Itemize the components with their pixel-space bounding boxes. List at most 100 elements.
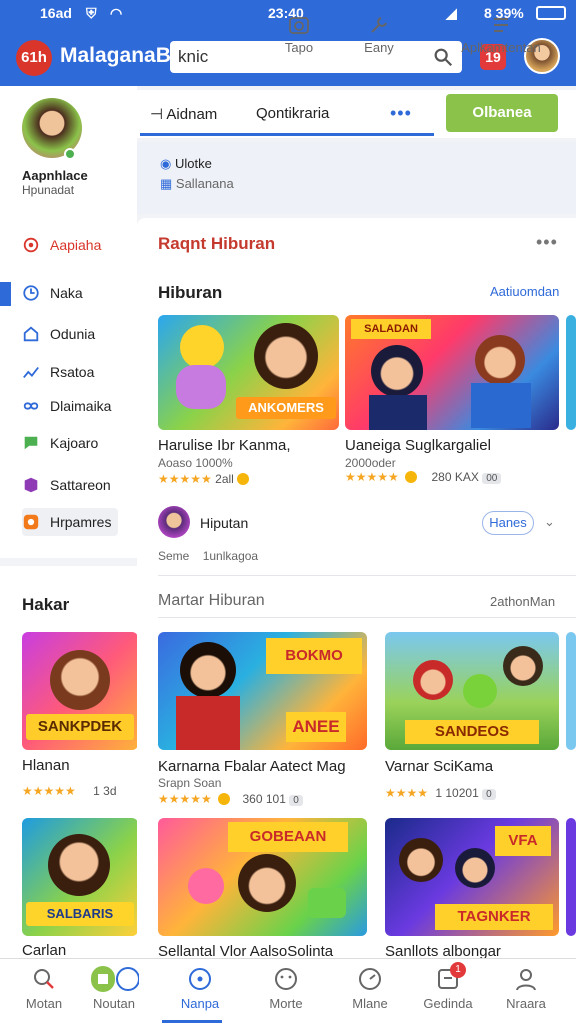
game-thumbnail[interactable]: SALBARIS bbox=[22, 818, 138, 936]
sidebar-item-sattareon[interactable]: Sattareon bbox=[22, 471, 132, 499]
game-thumbnail[interactable]: BOKMO ANEE bbox=[158, 632, 367, 750]
sidebar-item-odunia[interactable]: Odunia bbox=[22, 320, 132, 348]
rating-stars: ★★★★★ bbox=[158, 792, 212, 806]
quick-item-tapo[interactable]: Tapo bbox=[254, 14, 344, 55]
coin-icon bbox=[405, 471, 418, 483]
camera-icon bbox=[289, 17, 309, 34]
rating-stars: ★★★★ bbox=[385, 786, 429, 800]
creator-meta: Seme 1unlkagoa bbox=[158, 549, 258, 563]
nav-item-nanpa[interactable]: Nanpa bbox=[164, 966, 236, 1011]
rating-extra: 360 101 bbox=[242, 792, 286, 806]
chevron-down-icon[interactable]: ⌄ bbox=[544, 514, 555, 530]
game-thumbnail-partial[interactable] bbox=[566, 632, 576, 750]
app-logo[interactable]: 61h bbox=[16, 40, 52, 76]
quick-item-ulotke[interactable]: ◉ Ulotke ▦ Sallanana bbox=[160, 156, 234, 192]
game-title[interactable]: Karnarna Fbalar Aatect Mag bbox=[158, 758, 368, 775]
quick-label: Tapo bbox=[284, 40, 314, 55]
game-thumbnail[interactable]: VFA TAGNKER bbox=[385, 818, 559, 936]
tab-label: ontikraria bbox=[267, 105, 330, 122]
chat-icon bbox=[24, 436, 38, 450]
orange-square-icon bbox=[23, 514, 39, 530]
tab-ontikraria[interactable]: Qontikraria bbox=[256, 105, 329, 122]
sidebar-item-label: Dlaimaika bbox=[50, 398, 112, 414]
profile-subtitle: Hpunadat bbox=[22, 183, 75, 197]
game-thumbnail[interactable]: SANKPDEK bbox=[22, 632, 138, 750]
sidebar-item-label: Rsatoa bbox=[50, 364, 95, 380]
rating-extra: 1 3d bbox=[93, 784, 117, 798]
divider bbox=[158, 617, 576, 618]
active-tab-underline bbox=[140, 133, 434, 136]
divider bbox=[158, 575, 576, 576]
game-thumbnail[interactable]: SALADAN bbox=[345, 315, 559, 430]
game-thumbnail[interactable]: ANKOMERS bbox=[158, 315, 339, 430]
more-options-icon[interactable]: ••• bbox=[536, 232, 558, 253]
nav-item-nraara[interactable]: Nraara bbox=[490, 966, 562, 1011]
quick-label: Ulotke bbox=[174, 156, 212, 171]
sidebar-item-dlaimaika[interactable]: Dlaimaika bbox=[22, 392, 132, 420]
game-thumbnail-partial[interactable] bbox=[566, 818, 576, 936]
target-icon bbox=[23, 237, 39, 253]
online-indicator bbox=[64, 148, 76, 160]
quick-label: Aplkamtentan bbox=[461, 40, 541, 55]
nav-label: Morte bbox=[269, 996, 303, 1011]
nav-item-mlane[interactable]: Mlane bbox=[334, 966, 406, 1011]
game-title[interactable]: Hlanan bbox=[22, 757, 70, 774]
action-button[interactable]: Olbanea bbox=[446, 94, 558, 132]
user-icon bbox=[516, 969, 536, 991]
rating-stars: ★★★★★ bbox=[158, 472, 212, 486]
rating-extra: 280 KAX bbox=[431, 470, 479, 484]
game-subtitle: Aoaso 1000% bbox=[158, 456, 233, 470]
game-title[interactable]: Uaneiga Suglkargaliel bbox=[345, 437, 559, 454]
game-thumbnail[interactable]: SANDEOS bbox=[385, 632, 559, 750]
creator-name[interactable]: Hiputan bbox=[200, 515, 248, 531]
nav-item-gedinda[interactable]: Gedinda bbox=[412, 966, 484, 1011]
sidebar-item-label: Kajoaro bbox=[50, 435, 99, 451]
sidebar-item-naka[interactable]: Naka bbox=[22, 279, 132, 307]
tag-badge: 0 bbox=[482, 789, 496, 800]
bookmark-icon: ⊣ bbox=[150, 106, 164, 123]
tab-label: Aidnam bbox=[166, 106, 218, 123]
profile-name: Aapnhlace bbox=[22, 168, 88, 183]
rating-stars: ★★★★★ bbox=[22, 784, 76, 798]
game-title[interactable]: Carlan bbox=[22, 942, 66, 959]
left-section-title: Hakar bbox=[22, 595, 70, 614]
quick-label: Eany bbox=[364, 40, 394, 55]
tag-badge: 0 bbox=[289, 795, 303, 806]
rating-extra: 2all bbox=[215, 472, 234, 486]
chart-icon bbox=[23, 366, 39, 378]
creator-meta-2: 1unlkagoa bbox=[202, 549, 259, 563]
creator-avatar[interactable] bbox=[158, 506, 190, 538]
game-title[interactable]: Harulise Ibr Kanma, bbox=[158, 437, 338, 454]
game-title[interactable]: Varnar SciKama bbox=[385, 758, 559, 775]
sidebar-item-rsatoa[interactable]: Rsatoa bbox=[22, 358, 132, 386]
quick-item-eany[interactable]: Eany bbox=[334, 14, 424, 55]
quick-item-aplkamtentan[interactable]: Aplkamtentan bbox=[456, 14, 546, 55]
sidebar-item-aapiaha[interactable]: Aapiaha bbox=[22, 231, 132, 259]
follow-button[interactable]: Hanes bbox=[482, 511, 534, 535]
nav-item-noutan[interactable]: Noutan bbox=[78, 966, 150, 1011]
see-all-link[interactable]: Aatiuomdan bbox=[490, 284, 559, 299]
sidebar-item-hrpamres[interactable]: Hrpamres bbox=[22, 508, 118, 536]
nav-item-morte[interactable]: Morte bbox=[250, 966, 322, 1011]
list-icon bbox=[494, 18, 508, 32]
game-thumbnail-partial[interactable] bbox=[566, 315, 576, 430]
tab-aidnam[interactable]: ⊣ Aidnam bbox=[150, 105, 217, 123]
sidebar-item-kajoaro[interactable]: Kajoaro bbox=[22, 429, 132, 457]
section-title: Martar Hiburan bbox=[158, 592, 265, 609]
search-icon[interactable] bbox=[432, 46, 454, 68]
clock-icon bbox=[23, 285, 39, 301]
game-subtitle: 2000oder bbox=[345, 456, 396, 470]
location-icon: ◉ bbox=[160, 156, 175, 171]
game-rating: ★★★★ 1 10201 0 bbox=[385, 786, 496, 800]
nav-item-motan[interactable]: Motan bbox=[8, 966, 80, 1011]
game-rating: ★★★★★ 2all bbox=[158, 472, 252, 486]
tag-icon bbox=[24, 477, 38, 493]
app-icons-icon bbox=[91, 966, 139, 992]
compass-icon bbox=[189, 968, 211, 990]
more-tabs-icon[interactable]: ••• bbox=[390, 103, 412, 124]
infinity-icon bbox=[23, 402, 39, 410]
game-thumbnail[interactable]: GOBEAAN bbox=[158, 818, 367, 936]
see-all-link[interactable]: 2athonMan bbox=[490, 594, 555, 609]
smile-icon bbox=[275, 968, 297, 990]
coin-icon bbox=[218, 793, 231, 805]
